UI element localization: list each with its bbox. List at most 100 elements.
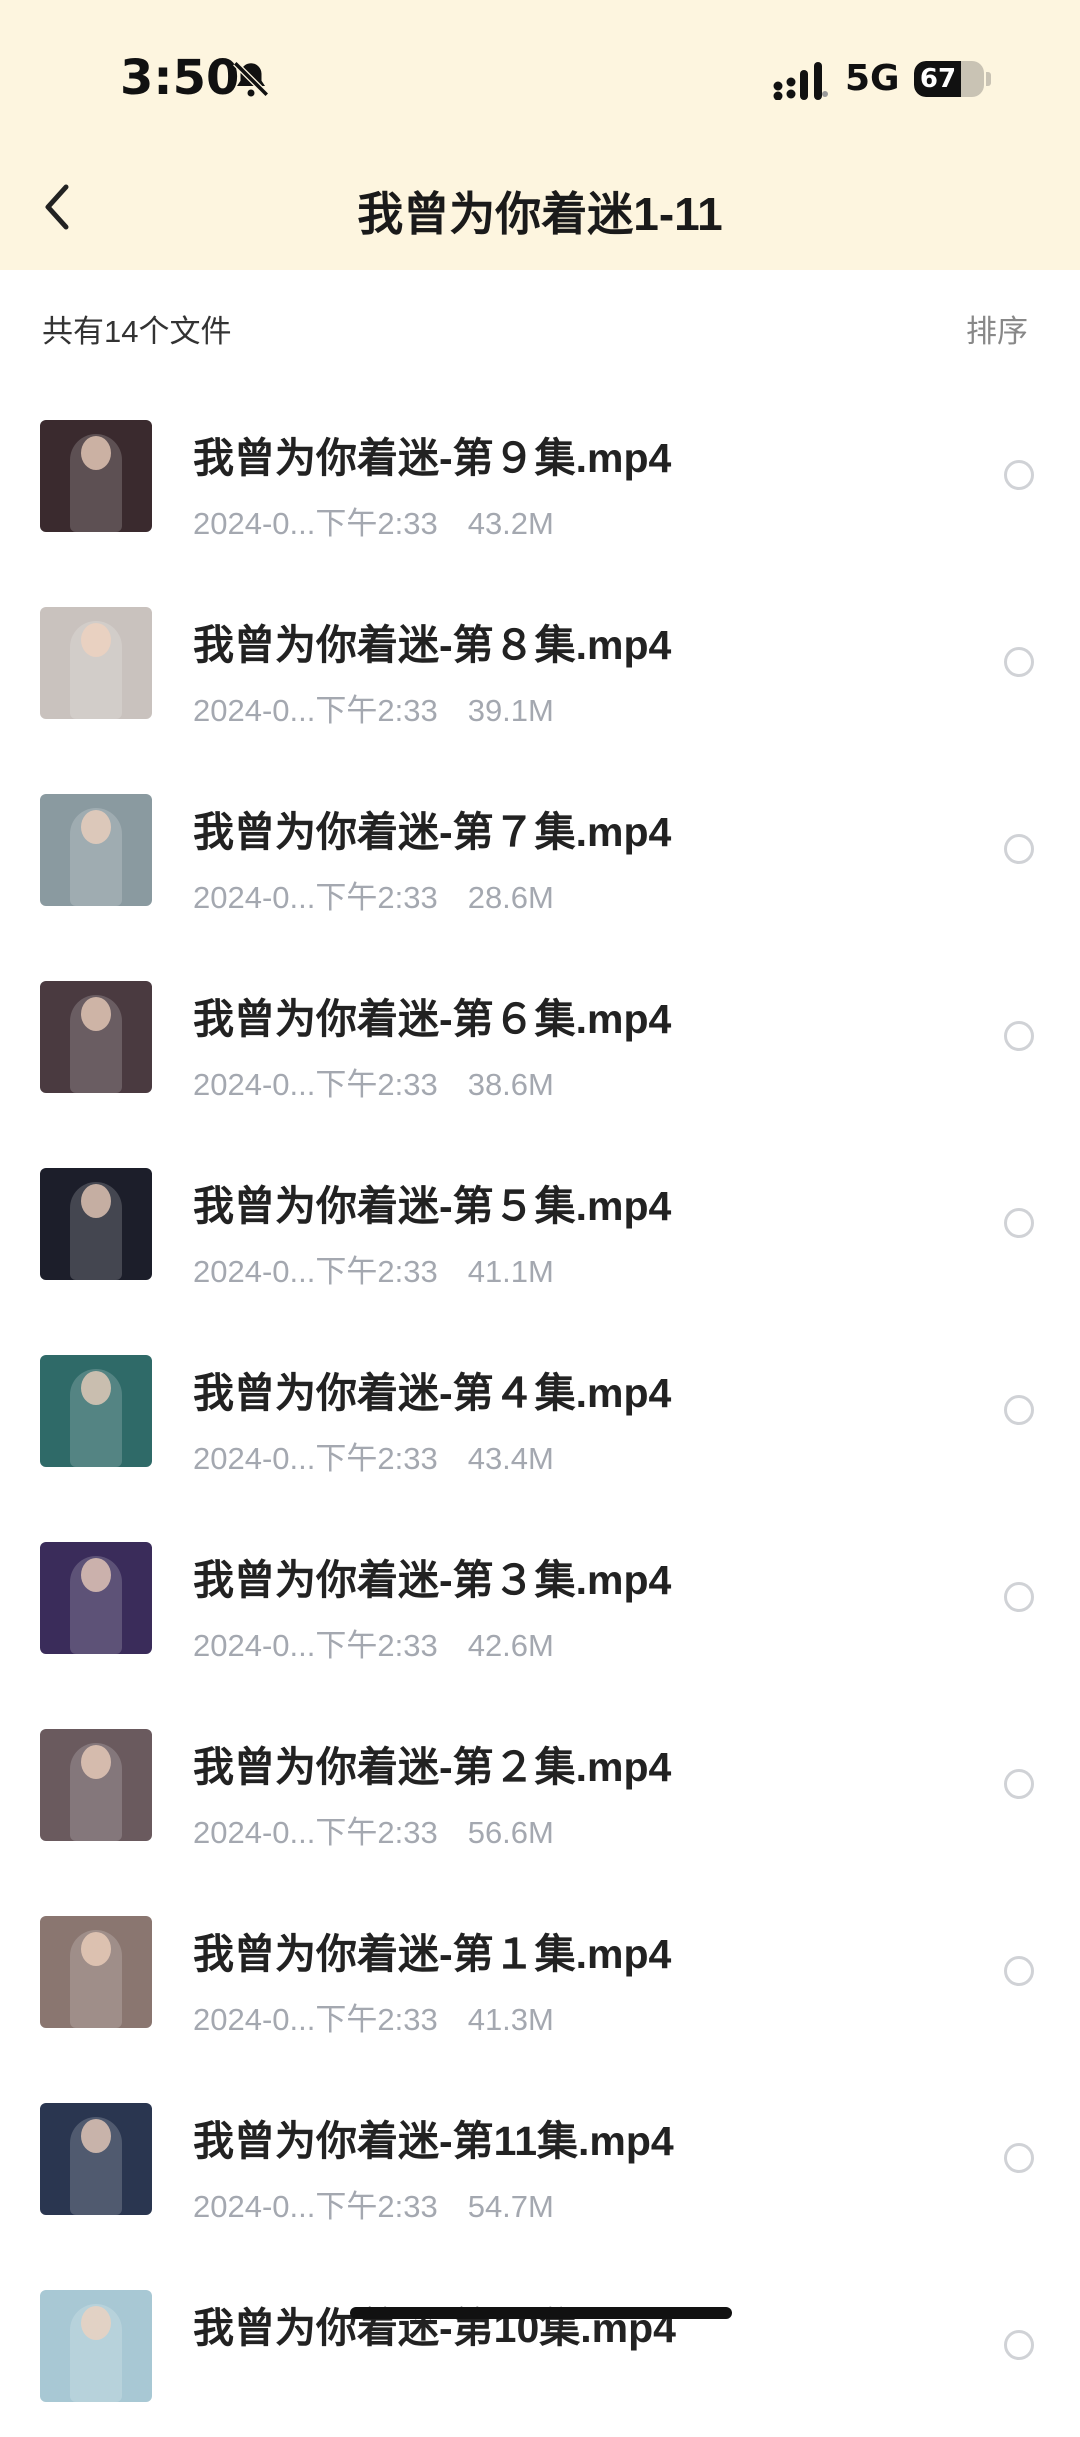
file-size: 56.6M [467, 1815, 554, 1850]
file-date: 2024-0...下午2:33 [193, 1628, 438, 1663]
file-meta: 2024-0...下午2:33 41.1M [193, 1246, 554, 1291]
video-thumbnail [40, 2290, 152, 2402]
page-title: 我曾为你着迷1-11 [357, 188, 723, 240]
file-meta: 2024-0...下午2:33 41.3M [193, 1994, 554, 2039]
video-thumbnail [40, 607, 152, 719]
signal-icon [773, 62, 828, 100]
header: 3:50 5G 67 我曾为你着迷1-11 [0, 0, 1080, 270]
file-size: 43.2M [467, 506, 554, 541]
file-meta: 2024-0...下午2:33 42.6M [193, 1620, 554, 1665]
file-name: 我曾为你着迷-第１集.mp4 [193, 1931, 672, 1977]
thumbnail-figure-head [81, 2119, 111, 2153]
bell-muted-icon [233, 61, 269, 97]
battery-percent: 67 [919, 64, 957, 94]
network-type: 5G [845, 58, 900, 99]
file-meta: 2024-0...下午2:33 43.4M [193, 1433, 554, 1478]
select-radio[interactable] [1004, 1769, 1034, 1799]
select-radio[interactable] [1004, 1395, 1034, 1425]
file-size: 43.4M [467, 1441, 554, 1476]
battery-icon: 67 [914, 61, 984, 97]
file-size: 41.3M [467, 2002, 554, 2037]
file-name: 我曾为你着迷-第７集.mp4 [193, 809, 672, 855]
file-date: 2024-0...下午2:33 [193, 1254, 438, 1289]
file-date: 2024-0...下午2:33 [193, 2002, 438, 2037]
select-radio[interactable] [1004, 1208, 1034, 1238]
video-thumbnail [40, 1168, 152, 1280]
file-name: 我曾为你着迷-第11集.mp4 [193, 2118, 674, 2164]
thumbnail-figure-head [81, 1932, 111, 1966]
select-radio[interactable] [1004, 1956, 1034, 1986]
video-thumbnail [40, 1355, 152, 1467]
file-date: 2024-0...下午2:33 [193, 506, 438, 541]
thumbnail-figure-head [81, 2306, 111, 2340]
video-thumbnail [40, 1542, 152, 1654]
list-item[interactable]: 我曾为你着迷-第１集.mp4 2024-0...下午2:33 41.3M [0, 1876, 1080, 2063]
select-radio[interactable] [1004, 2143, 1034, 2173]
list-item[interactable]: 我曾为你着迷-第３集.mp4 2024-0...下午2:33 42.6M [0, 1502, 1080, 1689]
thumbnail-figure-head [81, 1558, 111, 1592]
file-size: 38.6M [467, 1067, 554, 1102]
list-item[interactable]: 我曾为你着迷-第５集.mp4 2024-0...下午2:33 41.1M [0, 1128, 1080, 1315]
file-size: 41.1M [467, 1254, 554, 1289]
video-thumbnail [40, 2103, 152, 2215]
toolbar: 共有14个文件 排序 [0, 270, 1080, 380]
home-indicator[interactable] [350, 2307, 732, 2319]
file-date: 2024-0...下午2:33 [193, 693, 438, 728]
video-thumbnail [40, 981, 152, 1093]
select-radio[interactable] [1004, 2330, 1034, 2360]
thumbnail-figure-head [81, 1371, 111, 1405]
list-item[interactable]: 我曾为你着迷-第11集.mp4 2024-0...下午2:33 54.7M [0, 2063, 1080, 2250]
thumbnail-figure-head [81, 1745, 111, 1779]
sort-button[interactable]: 排序 [966, 306, 1028, 351]
video-thumbnail [40, 1916, 152, 2028]
select-radio[interactable] [1004, 834, 1034, 864]
status-time: 3:50 [120, 50, 240, 106]
file-name: 我曾为你着迷-第６集.mp4 [193, 996, 672, 1042]
thumbnail-figure-head [81, 623, 111, 657]
video-thumbnail [40, 420, 152, 532]
file-date: 2024-0...下午2:33 [193, 1067, 438, 1102]
list-item[interactable]: 我曾为你着迷-第７集.mp4 2024-0...下午2:33 28.6M [0, 754, 1080, 941]
battery-cap [986, 72, 991, 86]
file-size: 54.7M [467, 2189, 554, 2224]
video-thumbnail [40, 1729, 152, 1841]
file-meta: 2024-0...下午2:33 43.2M [193, 498, 554, 543]
file-meta: 2024-0...下午2:33 54.7M [193, 2181, 554, 2226]
file-name: 我曾为你着迷-第９集.mp4 [193, 435, 672, 481]
video-thumbnail [40, 794, 152, 906]
file-size: 28.6M [467, 880, 554, 915]
select-radio[interactable] [1004, 1582, 1034, 1612]
file-meta: 2024-0...下午2:33 39.1M [193, 685, 554, 730]
list-item[interactable]: 我曾为你着迷-第２集.mp4 2024-0...下午2:33 56.6M [0, 1689, 1080, 1876]
thumbnail-figure-head [81, 436, 111, 470]
file-date: 2024-0...下午2:33 [193, 1441, 438, 1476]
list-item[interactable]: 我曾为你着迷-第９集.mp4 2024-0...下午2:33 43.2M [0, 380, 1080, 567]
list-item[interactable]: 我曾为你着迷-第10集.mp4 [0, 2250, 1080, 2437]
file-date: 2024-0...下午2:33 [193, 1815, 438, 1850]
file-name: 我曾为你着迷-第５集.mp4 [193, 1183, 672, 1229]
list-item[interactable]: 我曾为你着迷-第６集.mp4 2024-0...下午2:33 38.6M [0, 941, 1080, 1128]
status-bar: 3:50 5G 67 [0, 0, 1080, 160]
thumbnail-figure-head [81, 1184, 111, 1218]
select-radio[interactable] [1004, 1021, 1034, 1051]
file-count: 共有14个文件 [42, 314, 232, 349]
list-item[interactable]: 我曾为你着迷-第４集.mp4 2024-0...下午2:33 43.4M [0, 1315, 1080, 1502]
list-item[interactable]: 我曾为你着迷-第８集.mp4 2024-0...下午2:33 39.1M [0, 567, 1080, 754]
file-date: 2024-0...下午2:33 [193, 880, 438, 915]
thumbnail-figure-head [81, 997, 111, 1031]
file-meta [193, 2368, 223, 2404]
file-name: 我曾为你着迷-第３集.mp4 [193, 1557, 672, 1603]
file-size: 39.1M [467, 693, 554, 728]
file-meta: 2024-0...下午2:33 38.6M [193, 1059, 554, 1104]
file-meta: 2024-0...下午2:33 56.6M [193, 1807, 554, 1852]
select-radio[interactable] [1004, 647, 1034, 677]
file-size: 42.6M [467, 1628, 554, 1663]
file-meta: 2024-0...下午2:33 28.6M [193, 872, 554, 917]
file-date: 2024-0...下午2:33 [193, 2189, 438, 2224]
file-name: 我曾为你着迷-第４集.mp4 [193, 1370, 672, 1416]
select-radio[interactable] [1004, 460, 1034, 490]
file-name: 我曾为你着迷-第８集.mp4 [193, 622, 672, 668]
thumbnail-figure-head [81, 810, 111, 844]
file-name: 我曾为你着迷-第２集.mp4 [193, 1744, 672, 1790]
file-list: 我曾为你着迷-第９集.mp4 2024-0...下午2:33 43.2M 我曾为你着迷… [0, 380, 1080, 2437]
